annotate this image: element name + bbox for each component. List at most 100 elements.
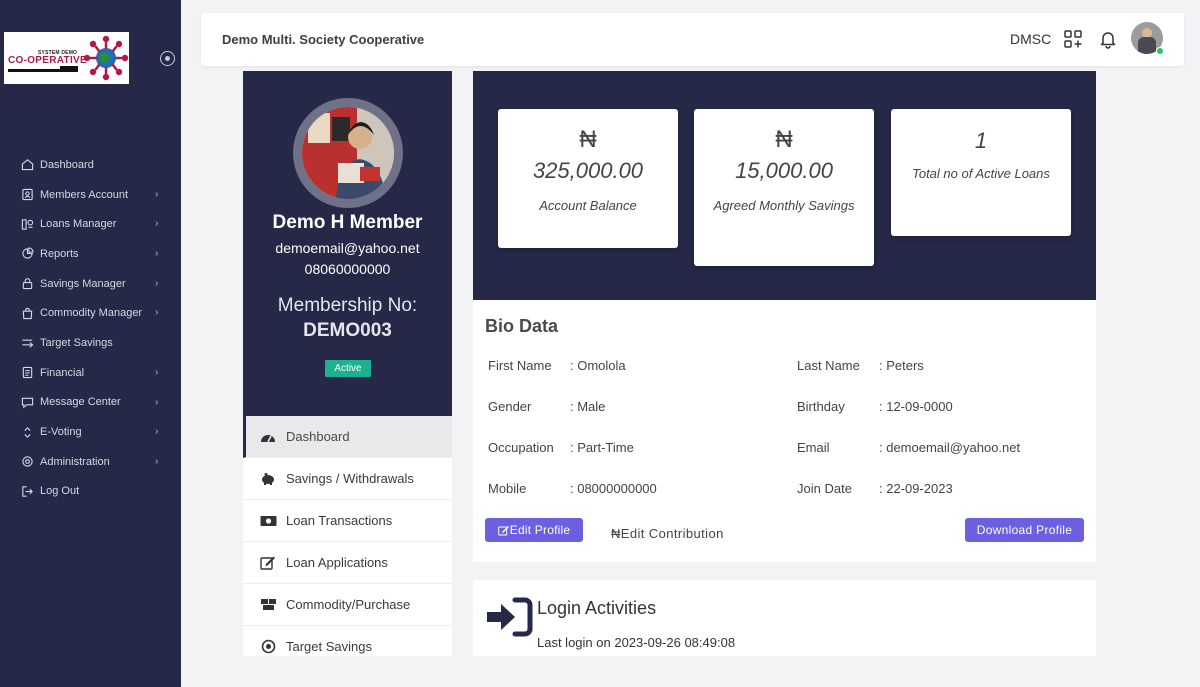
sidebar-item-dashboard[interactable]: Dashboard [0,150,181,180]
sidebar-item-label: Financial [40,366,85,379]
account-balance-label: Account Balance [539,198,637,213]
active-loans-card: 1 Total no of Active Loans [891,109,1071,236]
mobile-value: : 08000000000 [570,481,657,496]
chevron-right-icon: › [155,396,159,408]
first-name-label: First Name [488,358,552,373]
membership-number: DEMO003 [303,320,392,341]
sidebar-item-message-center[interactable]: Message Center › [0,388,181,418]
sidebar-item-e-voting[interactable]: E-Voting › [0,417,181,447]
sidebar-item-label: Savings Manager [40,277,126,290]
member-menu-label: Commodity/Purchase [286,597,411,612]
account-balance-value: 325,000.00 [532,158,644,183]
currency-symbol: ₦ [579,126,597,153]
membership-number-label: Membership No: [277,295,418,316]
sidebar-item-loans-manager[interactable]: Loans Manager › [0,209,181,239]
email-label: Email [797,440,830,455]
member-menu-item-target-savings[interactable]: Target Savings [243,626,452,656]
join-date-value: : 22-09-2023 [879,481,953,496]
sidebar-item-label: Reports [40,247,79,260]
sidebar-item-target-savings[interactable]: Target Savings [0,328,181,358]
chevron-right-icon: › [155,277,159,289]
chevron-right-icon: › [155,455,159,467]
boxes-icon [259,597,277,613]
sidebar-item-label: Members Account [40,188,129,201]
member-menu-label: Savings / Withdrawals [286,471,414,486]
member-name: Demo H Member [272,212,423,233]
chevron-right-icon: › [155,366,159,378]
sidebar-item-administration[interactable]: Administration › [0,447,181,477]
apps-grid-icon[interactable] [1064,30,1082,48]
member-menu-label: Loan Transactions [286,513,393,528]
sidebar-item-financial[interactable]: Financial › [0,358,181,388]
member-email: demoemail@yahoo.net [275,240,420,256]
sidebar-item-members-account[interactable]: Members Account › [0,180,181,210]
member-menu: Dashboard Savings / Withdrawals Loan Tra… [243,416,452,656]
chevron-right-icon: › [155,426,159,438]
sidebar-item-label: Target Savings [40,336,113,349]
member-portrait-image [302,107,394,199]
member-menu-item-savings-withdrawals[interactable]: Savings / Withdrawals [243,458,452,500]
sidebar-item-label: E-Voting [40,426,82,439]
member-menu-item-loan-applications[interactable]: Loan Applications [243,542,452,584]
first-name-value: : Omolola [570,358,626,373]
edit-icon [259,555,277,571]
organization-title: Demo Multi. Society Cooperative [222,32,425,47]
bio-data-card: Bio Data First Name : Omolola Last Name … [473,300,1096,562]
user-book-icon [20,188,34,202]
occupation-label: Occupation [488,440,554,455]
birthday-value: : 12-09-0000 [879,399,953,414]
edit-contribution-button[interactable]: ₦Edit Contribution [611,526,724,541]
member-menu-label: Dashboard [286,429,350,444]
sidebar-item-commodity-manager[interactable]: Commodity Manager › [0,298,181,328]
collapse-dot-icon [165,56,170,61]
chevron-right-icon: › [155,307,159,319]
login-activities-card: Login Activities Last login on 2023-09-2… [473,580,1096,656]
status-badge: Active [325,360,371,377]
logo-underline-gap [8,66,60,69]
organization-code[interactable]: DMSC [1010,31,1051,47]
member-menu-item-dashboard[interactable]: Dashboard [243,416,452,458]
email-value: : demoemail@yahoo.net [879,440,1021,455]
chevron-right-icon: › [155,248,159,260]
notification-bell-icon[interactable] [1098,29,1118,49]
last-login-text: Last login on 2023-09-26 08:49:08 [537,635,736,650]
target-arrow-icon [20,336,34,350]
online-status-indicator [1156,47,1164,55]
piggy-bank-icon [259,471,277,487]
cooperative-globe-icon [83,35,129,81]
edit-profile-label: Edit Profile [509,523,571,537]
chevron-right-icon: › [155,188,159,200]
target-icon [259,639,277,655]
chevron-right-icon: › [155,218,159,230]
member-photo [302,107,394,199]
member-menu-item-loan-transactions[interactable]: Loan Transactions [243,500,452,542]
speedometer-icon [259,429,277,445]
bio-data-title: Bio Data [485,316,559,336]
monthly-savings-card: ₦ 15,000.00 Agreed Monthly Savings [694,109,874,266]
home-icon [20,158,34,172]
monthly-savings-value: 15,000.00 [735,158,833,183]
vote-icon [20,425,34,439]
top-header: Demo Multi. Society Cooperative DMSC [201,13,1184,66]
member-menu-label: Loan Applications [286,555,388,570]
sidebar-collapse-button[interactable] [160,51,175,66]
download-profile-button[interactable]: Download Profile [965,518,1084,542]
sidebar-item-log-out[interactable]: Log Out [0,477,181,507]
login-activities-title: Login Activities [537,598,657,618]
sidebar-item-label: Loans Manager [40,218,117,231]
sidebar: SYSTEM DEMO CO-OPERATIVE Dashboard Membe… [0,0,181,687]
edit-profile-button[interactable]: Edit Profile [485,518,583,542]
avatar-body-shape [1138,37,1156,54]
birthday-label: Birthday [797,399,845,414]
sidebar-item-label: Log Out [40,485,80,498]
sidebar-nav: Dashboard Members Account › Loans Manage… [0,150,181,506]
brand-logo[interactable]: SYSTEM DEMO CO-OPERATIVE [4,32,129,84]
loans-icon [20,217,34,231]
member-menu-item-commodity-purchase[interactable]: Commodity/Purchase [243,584,452,626]
sidebar-item-reports[interactable]: Reports › [0,239,181,269]
sidebar-item-label: Message Center [40,396,121,409]
sidebar-item-savings-manager[interactable]: Savings Manager › [0,269,181,299]
pie-chart-icon [20,247,34,261]
active-loans-value: 1 [974,128,988,153]
sidebar-item-label: Dashboard [40,158,94,171]
